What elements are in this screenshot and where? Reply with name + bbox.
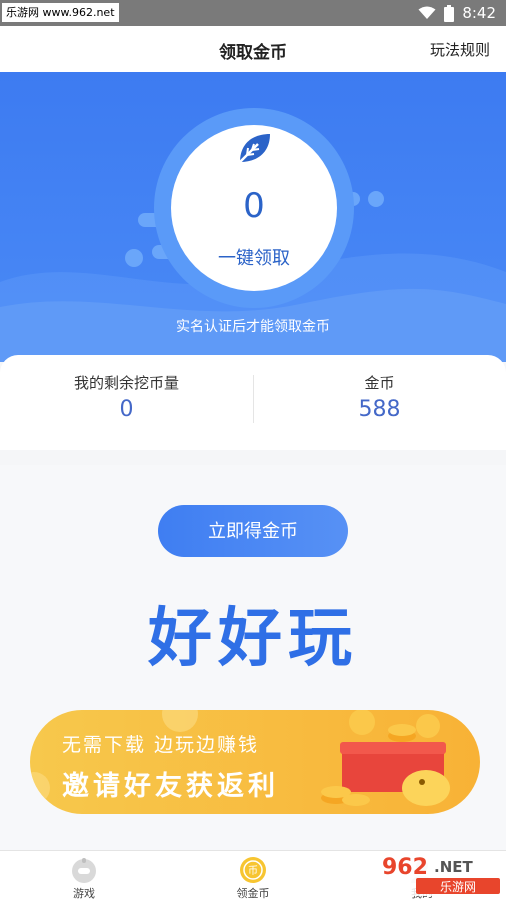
rules-link[interactable]: 玩法规则 — [430, 39, 490, 60]
hero-banner: 0 一键领取 实名认证后才能领取金币 — [0, 72, 506, 362]
tab-games[interactable]: 游戏 — [0, 851, 168, 900]
status-watermark: 乐游网 www.962.net — [2, 3, 119, 22]
svg-text:乐游网: 乐游网 — [440, 880, 476, 894]
stats-card: 我的剩余挖币量 0 金币 588 — [0, 355, 506, 450]
coin-count: 0 — [243, 186, 265, 226]
verification-note: 实名认证后才能领取金币 — [176, 319, 330, 335]
site-watermark-logo: 962 .NET 乐游网 — [372, 852, 502, 896]
gamepad-icon — [72, 858, 96, 883]
status-time: 8:42 — [462, 4, 496, 22]
app-header: 领取金币 玩法规则 — [0, 26, 506, 72]
wifi-icon — [418, 6, 436, 19]
svg-text:币: 币 — [248, 865, 258, 877]
coins-value: 588 — [358, 397, 401, 422]
coin-icon: 币 — [240, 857, 266, 883]
invite-banner[interactable]: 无需下载 边玩边赚钱 邀请好友获返利 — [30, 710, 480, 814]
claim-all-button[interactable]: 一键领取 — [171, 244, 337, 270]
status-bar: 乐游网 www.962.net 8:42 — [0, 0, 506, 26]
banner-subtitle: 无需下载 边玩边赚钱 — [62, 734, 260, 756]
tab-collect-coins-label: 领金币 — [236, 887, 270, 900]
remaining-label: 我的剩余挖币量 — [73, 374, 179, 392]
svg-text:962: 962 — [382, 855, 428, 880]
leaf-icon — [239, 134, 270, 163]
coins-label: 金币 — [364, 374, 395, 392]
promo-title: 好好玩 — [148, 602, 358, 676]
remaining-value: 0 — [119, 397, 134, 422]
get-coins-button[interactable]: 立即得金币 — [158, 505, 348, 557]
coins-stat: 金币 588 — [253, 372, 506, 422]
main-content: 立即得金币 好好玩 无需下载 边玩边赚钱 邀请好友获返利 — [0, 465, 506, 850]
banner-title: 邀请好友获返利 — [62, 771, 279, 802]
status-indicators: 8:42 — [418, 3, 496, 23]
tab-collect-coins[interactable]: 币 领金币 — [169, 851, 337, 900]
tab-games-label: 游戏 — [73, 887, 95, 900]
remaining-stat: 我的剩余挖币量 0 — [0, 372, 253, 422]
battery-icon — [444, 4, 455, 22]
svg-text:.NET: .NET — [434, 858, 473, 876]
